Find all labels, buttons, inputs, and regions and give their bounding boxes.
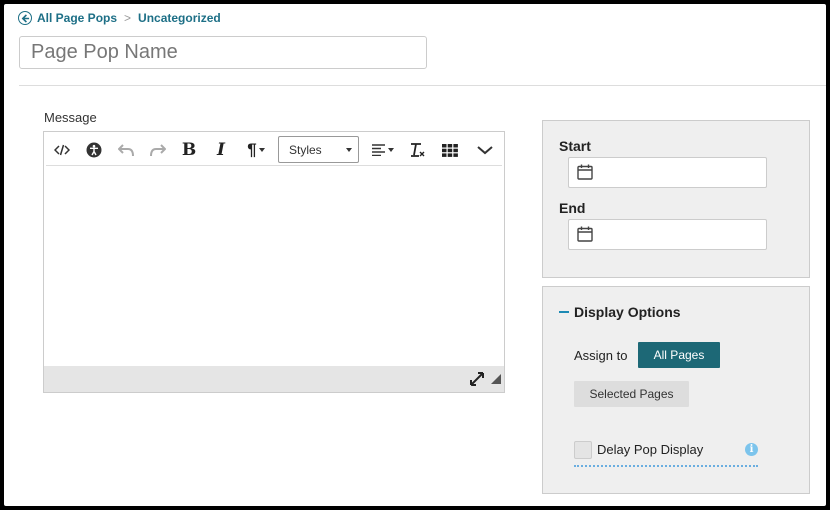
delay-pop-display-row: Delay Pop Display <box>574 441 758 467</box>
fullscreen-icon[interactable] <box>470 372 484 391</box>
info-icon[interactable]: i <box>745 443 758 456</box>
back-arrow-icon[interactable] <box>18 11 32 25</box>
calendar-icon[interactable] <box>577 226 593 247</box>
start-date-input[interactable] <box>568 157 767 188</box>
resize-handle-icon[interactable] <box>491 371 501 389</box>
display-options-toggle[interactable]: Display Options <box>559 304 681 320</box>
paragraph-format-icon[interactable]: ¶ <box>239 134 273 166</box>
chevron-down-icon <box>346 148 352 152</box>
assign-to-label: Assign to <box>574 348 628 363</box>
styles-dropdown[interactable]: Styles <box>278 136 359 163</box>
header-divider <box>19 85 826 86</box>
undo-icon[interactable] <box>111 134 141 166</box>
selected-pages-button[interactable]: Selected Pages <box>574 381 689 407</box>
all-pages-button[interactable]: All Pages <box>638 342 720 368</box>
schedule-panel: Start End <box>542 120 810 278</box>
collapse-minus-icon <box>559 311 569 313</box>
display-options-panel: Display Options Assign to All Pages Sele… <box>542 286 810 494</box>
editor-statusbar <box>44 366 504 392</box>
calendar-icon[interactable] <box>577 164 593 185</box>
breadcrumb-all-page-pops-link[interactable]: All Page Pops <box>37 11 117 25</box>
clear-formatting-icon[interactable] <box>403 134 433 166</box>
page-pop-name-input[interactable] <box>19 36 427 69</box>
bold-icon[interactable]: B <box>174 134 204 166</box>
message-content-area[interactable] <box>46 167 502 366</box>
start-label: Start <box>559 138 591 154</box>
italic-icon[interactable]: I <box>206 134 236 166</box>
align-icon[interactable] <box>366 134 400 166</box>
table-icon[interactable] <box>435 134 465 166</box>
message-editor: B I ¶ Styles <box>43 131 505 393</box>
styles-dropdown-label: Styles <box>289 142 322 157</box>
redo-icon[interactable] <box>142 134 172 166</box>
message-label: Message <box>44 110 97 125</box>
breadcrumb-separator: > <box>124 11 132 25</box>
delay-pop-display-label: Delay Pop Display <box>597 442 704 457</box>
breadcrumb-uncategorized-link[interactable]: Uncategorized <box>138 11 221 25</box>
delay-pop-display-checkbox[interactable] <box>574 441 592 459</box>
more-options-chevron-icon[interactable] <box>470 134 500 166</box>
accessibility-icon[interactable] <box>79 134 109 166</box>
page-pop-editor: All Page Pops > Uncategorized Message B <box>4 4 826 506</box>
display-options-title: Display Options <box>574 304 681 320</box>
end-label: End <box>559 200 586 216</box>
breadcrumb: All Page Pops > Uncategorized <box>18 10 221 26</box>
end-date-input[interactable] <box>568 219 767 250</box>
editor-toolbar: B I ¶ Styles <box>46 134 502 166</box>
code-view-icon[interactable] <box>47 134 77 166</box>
